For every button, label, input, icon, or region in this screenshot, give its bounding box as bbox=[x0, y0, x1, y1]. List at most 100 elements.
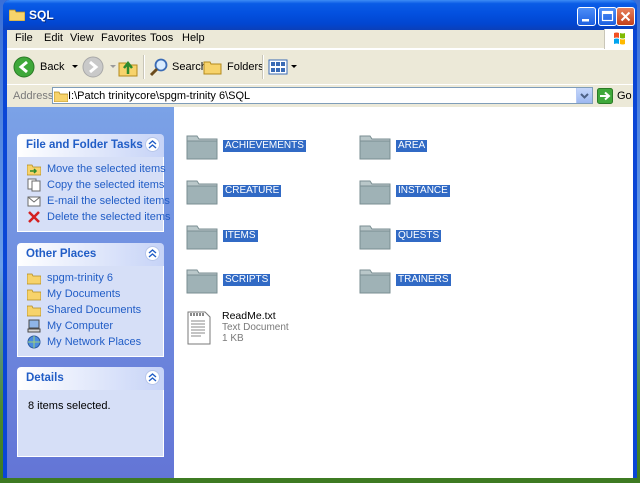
minimize-icon bbox=[582, 19, 589, 22]
forward-button[interactable] bbox=[82, 55, 118, 79]
folder-item-scripts[interactable]: SCRIPTS bbox=[186, 265, 271, 295]
go-button[interactable]: Go bbox=[597, 87, 633, 104]
move-icon bbox=[27, 164, 41, 176]
file-name: ReadMe.txt bbox=[222, 310, 276, 322]
folder-item-instance[interactable]: INSTANCE bbox=[359, 176, 450, 206]
address-dropdown-button[interactable] bbox=[576, 88, 592, 103]
place-my-network-places[interactable]: My Network Places bbox=[18, 334, 163, 350]
search-button[interactable]: Search bbox=[149, 55, 207, 79]
details-text: 8 items selected. bbox=[28, 400, 111, 412]
copy-icon bbox=[27, 178, 41, 192]
panel-title: File and Folder Tasks bbox=[26, 139, 143, 151]
place-my-computer[interactable]: My Computer bbox=[18, 318, 163, 334]
up-folder-button[interactable] bbox=[117, 55, 139, 79]
chevron-down-icon[interactable] bbox=[290, 63, 298, 71]
menu-help[interactable]: Help bbox=[182, 32, 205, 44]
place-spgm-trinity[interactable]: spgm-trinity 6 bbox=[18, 270, 163, 286]
file-item-readme[interactable]: ReadMe.txt Text Document 1 KB bbox=[186, 311, 289, 345]
search-icon bbox=[149, 58, 168, 77]
task-delete[interactable]: Delete the selected items bbox=[18, 209, 171, 225]
place-my-documents[interactable]: My Documents bbox=[18, 286, 163, 302]
file-list-view[interactable]: ACHIEVEMENTS AREA CREATURE INSTANCE ITEM… bbox=[174, 107, 633, 478]
chevron-up-icon bbox=[148, 373, 157, 382]
details-header[interactable]: Details bbox=[17, 367, 164, 390]
back-button[interactable]: Back bbox=[13, 55, 80, 79]
folder-item-quests[interactable]: QUESTS bbox=[359, 221, 442, 251]
text-document-icon bbox=[187, 311, 211, 345]
collapse-button[interactable] bbox=[145, 137, 160, 152]
folder-item-trainers[interactable]: TRAINERS bbox=[359, 265, 451, 295]
address-bar: Address I:\Patch trinitycore\spgm-trinit… bbox=[7, 84, 633, 107]
collapse-button[interactable] bbox=[145, 370, 160, 385]
chevron-down-icon[interactable] bbox=[70, 63, 80, 71]
close-button[interactable] bbox=[616, 7, 635, 26]
folder-icon bbox=[27, 305, 41, 317]
email-icon bbox=[27, 196, 41, 207]
windows-logo bbox=[604, 29, 633, 49]
folder-icon bbox=[9, 9, 25, 21]
place-label: My Network Places bbox=[47, 336, 142, 348]
address-value: I:\Patch trinitycore\spgm-trinity 6\SQL bbox=[68, 90, 251, 102]
folder-icon bbox=[186, 269, 218, 294]
maximize-icon bbox=[601, 10, 614, 22]
go-label: Go bbox=[617, 89, 632, 102]
details-panel: Details 8 items selected. bbox=[17, 367, 164, 457]
folder-item-items[interactable]: ITEMS bbox=[186, 221, 258, 251]
task-copy[interactable]: Copy the selected items bbox=[18, 177, 165, 193]
panel-title: Details bbox=[26, 372, 64, 384]
folders-button[interactable]: Folders bbox=[203, 55, 264, 79]
other-places-panel: Other Places spgm-trinity 6 My Documents bbox=[17, 243, 164, 357]
task-email[interactable]: E-mail the selected items bbox=[18, 193, 170, 209]
menu-favorites[interactable]: Favorites bbox=[101, 32, 146, 44]
place-label: My Computer bbox=[47, 320, 114, 332]
go-arrow-icon bbox=[597, 87, 613, 104]
folder-name: AREA bbox=[396, 140, 428, 152]
folder-name: ACHIEVEMENTS bbox=[223, 140, 306, 152]
back-arrow-icon bbox=[13, 56, 35, 78]
folder-item-achievements[interactable]: ACHIEVEMENTS bbox=[186, 131, 306, 161]
place-label: Shared Documents bbox=[47, 304, 142, 316]
folder-name: SCRIPTS bbox=[223, 274, 271, 286]
menu-file[interactable]: File bbox=[15, 32, 33, 44]
folder-item-area[interactable]: AREA bbox=[359, 131, 428, 161]
chevron-down-icon bbox=[580, 93, 589, 99]
views-button[interactable] bbox=[268, 55, 298, 79]
close-icon bbox=[620, 11, 631, 22]
folder-icon bbox=[186, 225, 218, 250]
delete-icon bbox=[28, 211, 40, 223]
folder-icon bbox=[359, 225, 391, 250]
collapse-button[interactable] bbox=[145, 246, 160, 261]
place-label: spgm-trinity 6 bbox=[47, 272, 114, 284]
maximize-button[interactable] bbox=[598, 7, 617, 26]
folder-name: CREATURE bbox=[223, 185, 282, 197]
chevron-up-icon bbox=[148, 140, 157, 149]
task-email-label: E-mail the selected items bbox=[47, 195, 170, 207]
folder-item-creature[interactable]: CREATURE bbox=[186, 176, 282, 206]
task-move[interactable]: Move the selected items bbox=[18, 161, 166, 177]
menu-view[interactable]: View bbox=[70, 32, 94, 44]
folder-name: QUESTS bbox=[396, 230, 442, 242]
address-label: Address bbox=[13, 90, 54, 102]
folder-icon bbox=[186, 135, 218, 160]
menu-edit[interactable]: Edit bbox=[44, 32, 63, 44]
title-bar[interactable]: SQL bbox=[3, 0, 637, 30]
file-folder-tasks-header[interactable]: File and Folder Tasks bbox=[17, 134, 164, 157]
forward-arrow-icon bbox=[82, 56, 104, 78]
place-shared-documents[interactable]: Shared Documents bbox=[18, 302, 163, 318]
minimize-button[interactable] bbox=[577, 7, 596, 26]
task-copy-label: Copy the selected items bbox=[47, 179, 165, 191]
folder-icon bbox=[359, 269, 391, 294]
other-places-header[interactable]: Other Places bbox=[17, 243, 164, 266]
place-label: My Documents bbox=[47, 288, 121, 300]
task-delete-label: Delete the selected items bbox=[47, 211, 171, 223]
folders-label: Folders bbox=[227, 61, 264, 73]
folders-icon bbox=[203, 61, 222, 75]
task-move-label: Move the selected items bbox=[47, 163, 166, 175]
menu-tools[interactable]: Toos bbox=[150, 32, 173, 44]
menu-bar: File Edit View Favorites Toos Help bbox=[7, 29, 633, 49]
panel-title: Other Places bbox=[26, 248, 97, 260]
window-title: SQL bbox=[29, 8, 54, 22]
standard-toolbar: Back Search Folders bbox=[7, 49, 633, 85]
folder-icon bbox=[186, 180, 218, 205]
address-input[interactable]: I:\Patch trinitycore\spgm-trinity 6\SQL bbox=[52, 87, 593, 104]
